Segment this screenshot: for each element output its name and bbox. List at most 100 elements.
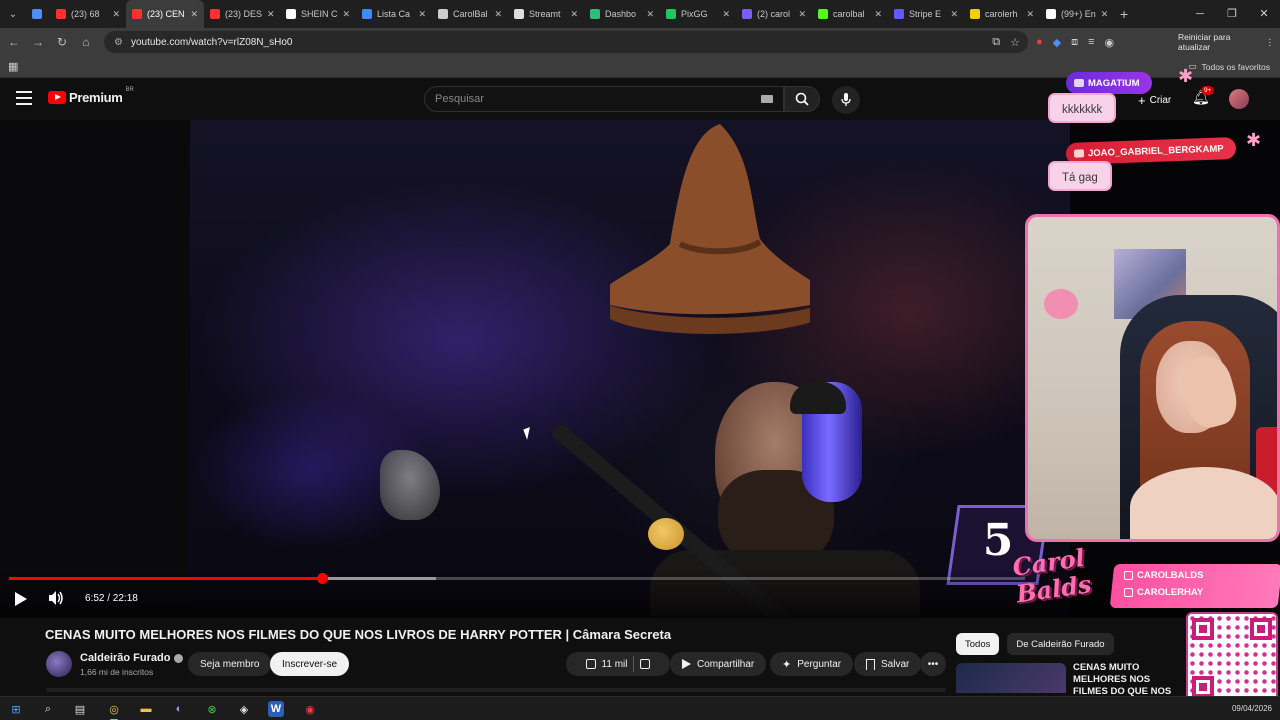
install-app-icon[interactable]: ⧉ [992,36,1000,49]
hamburger-menu-icon[interactable] [16,91,32,105]
progress-scrubber[interactable] [316,573,328,584]
tab-close-icon[interactable]: ✕ [950,9,958,20]
channel-name[interactable]: Caldeirão Furado [80,652,184,664]
browser-tab[interactable]: carolerh ✕ [964,0,1040,28]
extensions-puzzle-icon[interactable]: ⧈ [1071,36,1078,49]
play-icon[interactable] [15,592,27,606]
browser-tab[interactable]: (99+) En ✕ [1040,0,1110,28]
save-label: Salvar [881,658,910,670]
sorting-hat [610,124,810,334]
minimize-icon[interactable]: ─ [1184,0,1216,28]
browser-tab[interactable]: SHEIN C ✕ [280,0,356,28]
home-icon[interactable]: ⌂ [74,35,98,49]
xbox-icon[interactable]: ⊗ [204,701,220,717]
restart-to-update-button[interactable]: Reiniciar para atualizar ⋮ [1172,32,1280,52]
task-view-icon[interactable]: ▤ [72,701,88,717]
notifications-bell-icon[interactable]: 🔔︎ 9+ [1192,86,1215,106]
windows-start-icon[interactable]: ⊞ [8,701,24,717]
subscribe-button[interactable]: Inscrever-se [270,652,350,676]
browser-tab[interactable]: PixGG ✕ [660,0,736,28]
verified-icon [174,653,184,663]
dinosaur-figure [380,450,440,520]
tab-close-icon[interactable]: ✕ [112,9,120,20]
tab-close-icon[interactable]: ✕ [874,9,882,20]
recommendation-thumbnail[interactable] [956,663,1066,693]
logo-country: BR [125,86,134,93]
ask-button[interactable]: ✦ Perguntar [770,652,854,676]
share-button[interactable]: Compartilhar [670,652,767,676]
browser-tab[interactable]: Lista Ca ✕ [356,0,432,28]
discord-icon[interactable]: ◐ [171,701,187,717]
close-window-icon[interactable]: ✕ [1248,0,1280,28]
like-count[interactable]: 11 mil [602,659,628,670]
tab-search-icon[interactable]: ⌄ [0,0,26,28]
account-avatar[interactable] [1229,89,1249,109]
new-tab-button[interactable]: + [1110,6,1138,22]
back-icon[interactable]: ← [2,35,26,49]
extension-blue-icon[interactable]: ◆ [1053,36,1061,49]
more-actions-button[interactable]: ••• [920,652,946,676]
bookmark-star-icon[interactable]: ☆ [1010,36,1020,49]
thumbs-down-icon[interactable] [640,659,651,669]
chrome-icon[interactable]: ◎ [106,701,122,717]
bookmark-icon [866,658,875,670]
obs-icon[interactable]: ◉ [302,701,318,717]
tab-close-icon[interactable]: ✕ [267,9,275,20]
browser-tab[interactable]: Stripe E ✕ [888,0,964,28]
apps-grid-icon[interactable]: ▦ [8,60,18,73]
youtube-premium-logo[interactable]: Premium BR [48,86,134,105]
site-info-icon[interactable]: ⚙ [114,37,123,48]
sparkle-icon: ✱ [1246,130,1262,150]
tab-close-icon[interactable]: ✕ [1101,9,1109,20]
browser-tab[interactable]: CarolBal ✕ [432,0,508,28]
thumbs-up-icon[interactable] [585,659,596,669]
tab-close-icon[interactable]: ✕ [494,9,502,20]
browser-tab[interactable]: (2) carol ✕ [736,0,812,28]
tab-close-icon[interactable]: ✕ [722,9,730,20]
volume-icon[interactable] [48,590,64,606]
forward-icon[interactable]: → [26,35,50,49]
tab-close-icon[interactable]: ✕ [190,9,198,20]
browser-tab[interactable]: (23) 68 ✕ [50,0,126,28]
browser-tab[interactable] [26,0,50,28]
browser-tab[interactable]: Dashbo ✕ [584,0,660,28]
security-shield-icon[interactable]: ◈ [236,701,252,717]
extensions-area: ● ◆ ⧈ ≡ ◉ [1036,28,1114,56]
webcam-frame [1025,214,1280,542]
search-button[interactable] [784,86,820,112]
tab-favicon-icon [590,9,600,19]
chip-from-channel[interactable]: De Caldeirão Furado [1007,633,1114,655]
reload-icon[interactable]: ↻ [50,35,74,49]
chip-all[interactable]: Todos [956,633,1000,655]
browser-tab[interactable]: (23) CEN ✕ [126,0,204,28]
tab-close-icon[interactable]: ✕ [798,9,806,20]
all-bookmarks-button[interactable]: ▭ Todos os favoritos [1188,61,1270,72]
tab-close-icon[interactable]: ✕ [1026,9,1034,20]
channel-avatar[interactable] [46,651,72,677]
profile-icon[interactable]: ◉ [1105,36,1115,49]
create-label: Criar [1149,94,1172,106]
browser-tab[interactable]: Streamt ✕ [508,0,584,28]
address-bar[interactable]: ⚙ youtube.com/watch?v=rlZ08N_sHo0 ⧉ ☆ [104,31,1028,53]
join-button[interactable]: Seja membro [188,652,272,676]
restore-icon[interactable]: ❐ [1216,0,1248,28]
search-icon[interactable]: ⌕ [40,701,56,717]
voice-search-button[interactable] [832,86,860,114]
browser-tab[interactable]: carolbal ✕ [812,0,888,28]
search-input[interactable]: Pesquisar [424,86,784,112]
kebab-menu-icon[interactable]: ⋮ [1266,37,1275,48]
save-button[interactable]: Salvar [854,652,922,676]
word-icon[interactable]: W [268,701,284,717]
tab-close-icon[interactable]: ✕ [343,9,351,20]
media-controls-icon[interactable]: ≡ [1088,36,1094,48]
tab-close-icon[interactable]: ✕ [570,9,578,20]
sparkle-icon: ✱ [1178,66,1194,86]
keyboard-icon[interactable] [761,95,773,103]
file-explorer-icon[interactable]: ▬ [138,701,154,717]
extension-red-icon[interactable]: ● [1036,36,1043,48]
tab-close-icon[interactable]: ✕ [646,9,654,20]
browser-tab[interactable]: (23) DES ✕ [204,0,280,28]
tab-close-icon[interactable]: ✕ [418,9,426,20]
tab-favicon-icon [132,9,142,19]
time-display: 6:52 / 22:18 [85,593,138,604]
